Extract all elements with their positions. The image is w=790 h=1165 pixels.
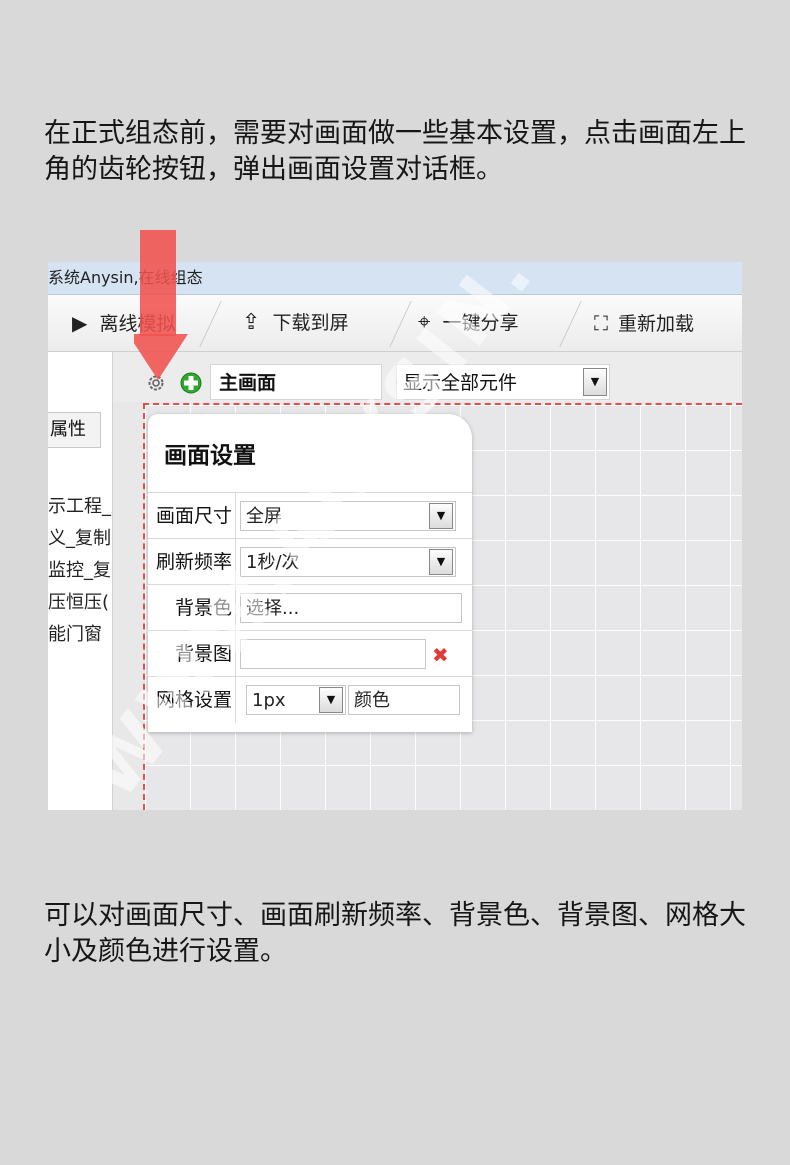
chevron-down-icon: ▼: [429, 549, 453, 575]
size-label: 画面尺寸: [148, 493, 236, 539]
project-item[interactable]: 压恒压(: [48, 588, 112, 614]
export-icon: ⇪: [242, 310, 261, 335]
chevron-down-icon: ▼: [429, 503, 453, 529]
pointer-arrow-icon: [134, 230, 188, 380]
fullscreen-icon: ⛶: [594, 311, 608, 335]
reload-button[interactable]: ⛶ 重新加载: [594, 303, 694, 343]
grid-size-select[interactable]: 1px ▼: [246, 685, 346, 715]
project-item[interactable]: 能门窗: [48, 620, 112, 646]
chevron-down-icon: ▼: [583, 368, 607, 396]
properties-tab[interactable]: 属性: [48, 412, 101, 448]
summary-paragraph: 可以对画面尺寸、画面刷新频率、背景色、背景图、网格大小及颜色进行设置。: [44, 900, 746, 967]
project-item[interactable]: 监控_复: [48, 556, 112, 582]
chevron-down-icon: ▼: [319, 687, 343, 713]
play-icon: ▶: [72, 311, 88, 335]
project-item[interactable]: 义_复制: [48, 524, 112, 550]
download-button[interactable]: ⇪ 下载到屏: [242, 303, 349, 343]
dialog-title: 画面设置: [164, 443, 256, 469]
project-item[interactable]: 示工程_复: [48, 492, 112, 518]
intro-paragraph: 在正式组态前，需要对画面做一些基本设置，点击画面左上角的齿轮按钮，弹出画面设置对…: [44, 118, 746, 185]
grid-color-picker[interactable]: 颜色: [348, 685, 460, 715]
clear-icon[interactable]: ✖: [432, 643, 449, 667]
